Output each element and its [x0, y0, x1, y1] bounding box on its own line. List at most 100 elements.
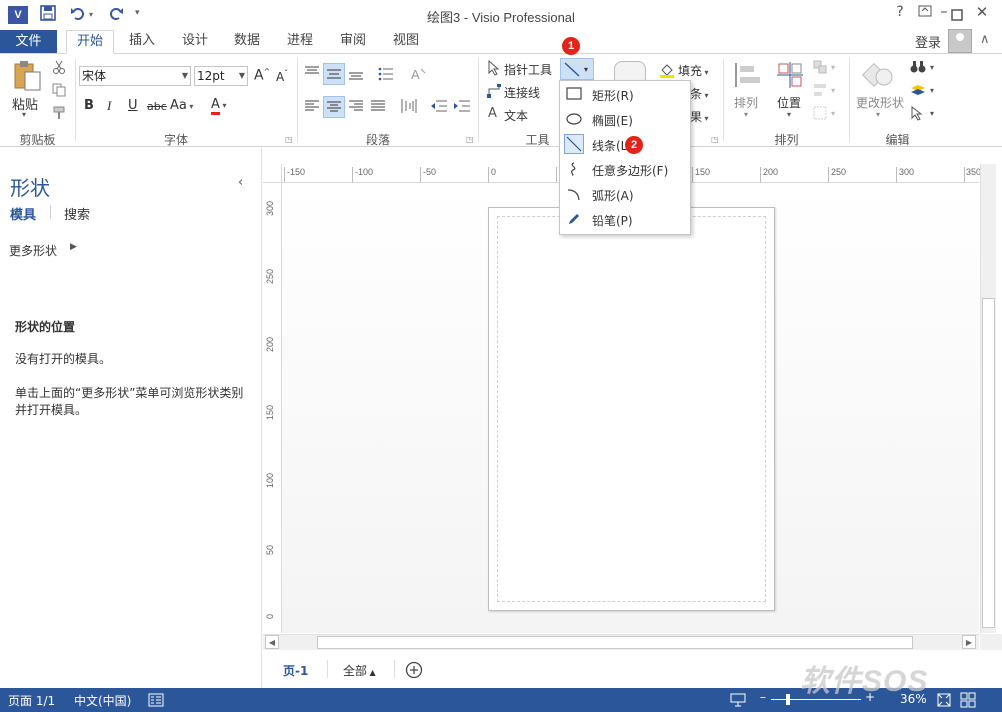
maximize-button[interactable] [945, 7, 969, 25]
distribute-icon[interactable] [400, 98, 418, 117]
format-painter-icon[interactable] [52, 106, 66, 123]
close-button[interactable]: ✕ [970, 3, 994, 21]
align-left-icon[interactable] [304, 99, 320, 116]
underline-button[interactable]: U [128, 98, 138, 113]
paste-dropdown-icon[interactable]: ▾ [22, 110, 26, 119]
tab-data[interactable]: 数据 [227, 30, 267, 54]
fill-icon[interactable] [659, 62, 675, 81]
page-tab-1[interactable]: 页-1 [283, 662, 308, 679]
effects-button[interactable]: 果 ▾ [690, 108, 709, 125]
tab-home[interactable]: 开始 [66, 30, 114, 54]
strikethrough-button[interactable]: abc [147, 100, 167, 113]
presentation-mode-icon[interactable] [730, 692, 746, 711]
instructions-text-2: 并打开模具。 [15, 403, 88, 417]
pointer-tool-button[interactable]: 指针工具 [504, 61, 552, 78]
collapse-ribbon-icon[interactable]: ∧ [980, 32, 990, 47]
select-icon[interactable]: ▾ [910, 105, 938, 125]
menu-item-rectangle[interactable]: 矩形(R) [560, 82, 690, 107]
align-top-icon[interactable] [304, 64, 320, 83]
change-shape-dropdown-icon[interactable]: ▾ [876, 110, 880, 119]
change-shape-icon[interactable] [861, 59, 896, 94]
grow-font-button[interactable]: A^ [254, 67, 270, 84]
connector-button[interactable]: 连接线 [504, 84, 540, 101]
scroll-left-arrow-icon[interactable]: ◀ [265, 635, 279, 649]
scroll-right-arrow-icon[interactable]: ▶ [962, 635, 976, 649]
position-icon[interactable] [775, 60, 805, 93]
bold-button[interactable]: B [84, 98, 94, 113]
align-bottom-icon[interactable] [348, 66, 364, 85]
font-name-combo[interactable]: 宋体 ▼ [79, 66, 191, 86]
svg-text:▾: ▾ [930, 109, 934, 118]
arrange-dropdown-icon[interactable]: ▾ [744, 110, 748, 119]
fit-page-icon[interactable] [936, 692, 952, 711]
tab-review[interactable]: 审阅 [333, 30, 373, 54]
italic-button[interactable]: I [107, 98, 111, 114]
zoom-slider-thumb[interactable] [786, 694, 790, 705]
copy-icon[interactable] [52, 83, 66, 100]
distribute-objects-icon[interactable]: ▾ [813, 106, 839, 125]
align-objects-icon[interactable]: ▾ [813, 83, 839, 102]
text-direction-icon[interactable]: A [409, 66, 427, 85]
zoom-out-button[interactable]: – [760, 690, 766, 704]
switch-windows-icon[interactable] [960, 692, 976, 711]
menu-item-freeform[interactable]: 任意多边形(F) [560, 157, 690, 182]
vertical-scroll-thumb[interactable] [982, 298, 995, 628]
drawing-tools-dropdown[interactable]: ▾ [560, 58, 594, 80]
tab-file[interactable]: 文件 [0, 30, 57, 53]
tab-stencils[interactable]: 模具 [10, 204, 36, 223]
align-right-icon[interactable] [348, 99, 364, 116]
shrink-font-button[interactable]: Aˇ [276, 69, 288, 84]
font-color-button[interactable]: A ▾ [211, 97, 226, 115]
position-button[interactable]: 位置 [777, 94, 801, 111]
font-size-combo[interactable]: 12pt ▼ [194, 66, 248, 86]
justify-icon[interactable] [370, 99, 386, 116]
paragraph-dialog-launcher-icon[interactable]: ◳ [466, 135, 474, 144]
arrange-icon[interactable] [733, 60, 763, 93]
position-dropdown-icon[interactable]: ▾ [787, 110, 791, 119]
connector-icon[interactable] [486, 83, 502, 102]
ruler-tick [284, 167, 285, 182]
align-middle-button[interactable] [323, 63, 345, 85]
horizontal-scroll-thumb[interactable] [317, 636, 913, 649]
all-pages-button[interactable]: 全部 ▲ [343, 662, 376, 679]
tab-search[interactable]: 搜索 [64, 204, 90, 223]
scroll-corner [980, 634, 1002, 650]
find-icon[interactable]: ▾ [910, 60, 938, 77]
layers-icon[interactable]: ▾ [910, 83, 938, 102]
font-dialog-launcher-icon[interactable]: ◳ [285, 135, 293, 144]
collapse-panel-icon[interactable]: ‹ [238, 175, 243, 190]
shape-styles-dialog-launcher-icon[interactable]: ◳ [711, 135, 719, 144]
fill-button[interactable]: 填充 ▾ [678, 62, 709, 79]
more-shapes-arrow-icon[interactable]: ▶ [70, 242, 77, 252]
change-shape-button[interactable]: 更改形状 [856, 94, 904, 111]
login-link[interactable]: 登录 [915, 32, 941, 51]
menu-item-ellipse[interactable]: 椭圆(E) [560, 107, 690, 132]
tab-process[interactable]: 进程 [280, 30, 320, 54]
help-button[interactable]: ? [888, 4, 912, 20]
menu-item-pencil[interactable]: 铅笔(P) [560, 207, 690, 232]
change-case-button[interactable]: Aa ▾ [170, 98, 193, 113]
tab-insert[interactable]: 插入 [122, 30, 162, 54]
menu-item-arc[interactable]: 弧形(A) [560, 182, 690, 207]
decrease-indent-icon[interactable] [430, 99, 448, 116]
svg-text:▾: ▾ [584, 65, 588, 74]
align-center-button[interactable] [323, 96, 345, 118]
avatar[interactable] [948, 29, 972, 53]
bullets-icon[interactable] [378, 66, 394, 85]
tab-design[interactable]: 设计 [175, 30, 215, 54]
line-style-button[interactable]: 条 ▾ [690, 85, 709, 102]
more-shapes-button[interactable]: 更多形状 [9, 242, 57, 259]
cut-icon[interactable] [52, 60, 66, 77]
language-indicator[interactable]: 中文(中国) [74, 692, 131, 709]
page-indicator[interactable]: 页面 1/1 [8, 692, 55, 709]
arrange-button[interactable]: 排列 [734, 94, 758, 111]
add-page-icon[interactable] [405, 661, 423, 682]
text-tool-icon[interactable]: A [488, 106, 497, 121]
tab-view[interactable]: 视图 [386, 30, 426, 54]
group-objects-icon[interactable]: ▾ [813, 60, 839, 79]
increase-indent-icon[interactable] [453, 99, 471, 116]
macro-recording-icon[interactable] [148, 692, 164, 711]
pointer-tool-icon[interactable] [488, 59, 500, 79]
text-tool-button[interactable]: 文本 [504, 107, 528, 124]
paste-icon[interactable] [12, 60, 42, 95]
